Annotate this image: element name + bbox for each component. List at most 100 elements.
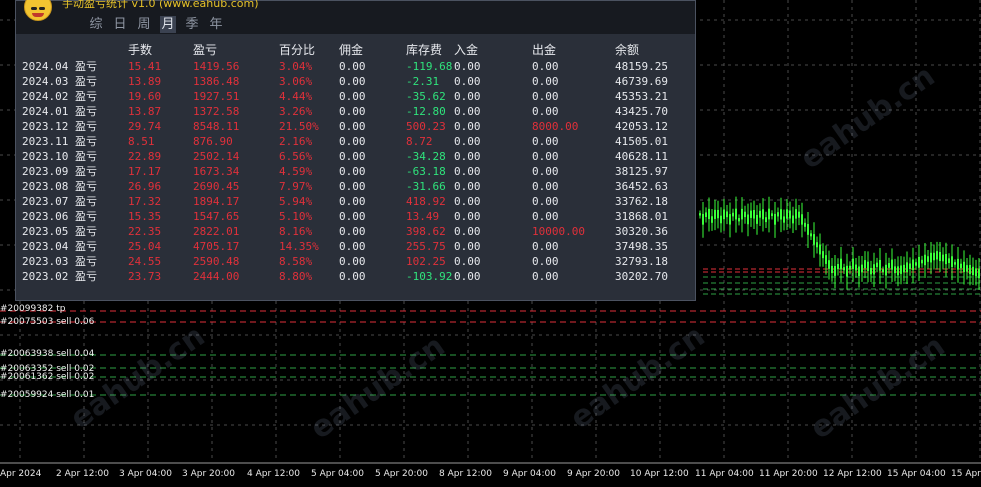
candle-body [867,261,869,271]
order-label[interactable]: #20063938 sell 0.04 [0,349,94,359]
candle-body [843,267,845,271]
candle-body [915,262,917,266]
candle-body [900,265,902,274]
candle-body [735,208,737,220]
candle-body [783,216,785,223]
table-row: 2023.05 盈亏 22.35 2822.01 8.16% 0.00 398.62 0.0… [22,224,695,239]
tab-week[interactable]: 周 [136,16,152,33]
order-label[interactable]: #20075503 sell 0.06 [0,317,94,327]
order-label-tp[interactable]: #20099382 tp [0,304,65,314]
cell-withdrawal: 0.00 [532,210,559,223]
candle-body [792,215,794,224]
time-tick: 3 Apr 04:00 [119,469,172,479]
candle-body [813,234,815,245]
cell-deposit: 0.00 [454,225,481,238]
cell-withdrawal: 0.00 [532,180,559,193]
candle-body [816,242,818,248]
cell-percent: 3.26% [279,105,313,118]
time-tick: 5 Apr 04:00 [311,469,364,479]
cell-period: 2023.05 盈亏 [22,225,97,238]
candle-body [906,262,908,273]
candle-body [939,252,941,262]
candle-body [978,268,980,279]
candle-body [708,208,710,220]
candle-body [822,251,824,259]
cell-lots: 29.74 [128,120,162,133]
order-label[interactable]: #20059924 sell 0.01 [0,390,94,400]
cell-period: 2023.02 盈亏 [22,270,97,283]
candle-body [864,260,866,269]
cell-deposit: 0.00 [454,180,481,193]
cell-percent: 4.59% [279,165,313,178]
time-tick: 11 Apr 20:00 [759,469,818,479]
candle-body [852,258,854,270]
cell-period: 2023.09 盈亏 [22,165,97,178]
cell-commission: 0.00 [339,135,366,148]
candle-body [837,263,839,270]
candle-body [885,264,887,276]
candle-body [711,216,713,223]
cell-swap: -35.62 [406,90,446,103]
table-row: 2024.03 盈亏 13.89 1386.48 3.06% 0.00 -2.31 0.00… [22,74,695,89]
cell-balance: 46739.69 [615,75,668,88]
candle-body [894,266,896,274]
cell-commission: 0.00 [339,75,366,88]
candle-body [768,208,770,220]
candle-body [741,208,743,220]
table-row: 2024.02 盈亏 19.60 1927.51 4.44% 0.00 -35.62 0.0… [22,89,695,104]
candle-body [744,211,746,218]
candle-body [924,254,926,266]
cell-percent: 5.94% [279,195,313,208]
cell-balance: 32793.18 [615,255,668,268]
cell-percent: 5.10% [279,210,313,223]
cell-period: 2023.07 盈亏 [22,195,97,208]
candle-body [951,256,953,268]
candle-body [828,260,830,269]
cell-balance: 45353.21 [615,90,668,103]
table-row: 2024.04 盈亏 15.41 1419.56 3.04% 0.00 -119.68 0.… [22,59,695,74]
order-label[interactable]: #20061362 sell 0.02 [0,372,94,382]
cell-deposit: 0.00 [454,135,481,148]
cell-swap: 13.49 [406,210,440,223]
tab-day[interactable]: 日 [112,16,128,33]
candle-body [717,209,719,219]
cell-period: 2023.06 盈亏 [22,210,97,223]
candle-body [699,213,701,216]
cell-swap: 255.75 [406,240,446,253]
col-header-deposit: 入金 [454,42,479,57]
cell-lots: 15.35 [128,210,162,223]
cell-commission: 0.00 [339,210,366,223]
cell-withdrawal: 8000.00 [532,120,579,133]
cell-lots: 25.04 [128,240,162,253]
cell-deposit: 0.00 [454,255,481,268]
candle-body [753,210,755,219]
tab-month[interactable]: 月 [160,16,176,33]
cell-profit: 2690.45 [193,180,240,193]
table-header-row: 手数 盈亏 百分比 佣金 库存费 入金 出金 余额 [22,39,695,59]
cell-withdrawal: 0.00 [532,90,559,103]
tab-year[interactable]: 年 [208,16,224,33]
candle-body [780,209,782,220]
cell-period: 2024.01 盈亏 [22,105,97,118]
candle-body [750,210,752,218]
cell-deposit: 0.00 [454,195,481,208]
candle-body [870,267,872,275]
candle-body [858,266,860,276]
tab-summary[interactable]: 综 [88,16,104,33]
candle-body [825,255,827,264]
cell-profit: 1386.48 [193,75,240,88]
cell-lots: 17.17 [128,165,162,178]
cell-balance: 48159.25 [615,60,668,73]
cell-lots: 13.89 [128,75,162,88]
cell-withdrawal: 0.00 [532,255,559,268]
candle-body [714,209,716,219]
cell-balance: 38125.97 [615,165,668,178]
candle-body [726,211,728,218]
cell-swap: 418.92 [406,195,446,208]
candle-body [942,254,944,262]
cell-swap: 398.62 [406,225,446,238]
tab-quarter[interactable]: 季 [184,16,200,33]
candle-body [819,244,821,255]
cell-balance: 42053.12 [615,120,668,133]
time-tick: 9 Apr 20:00 [567,469,620,479]
